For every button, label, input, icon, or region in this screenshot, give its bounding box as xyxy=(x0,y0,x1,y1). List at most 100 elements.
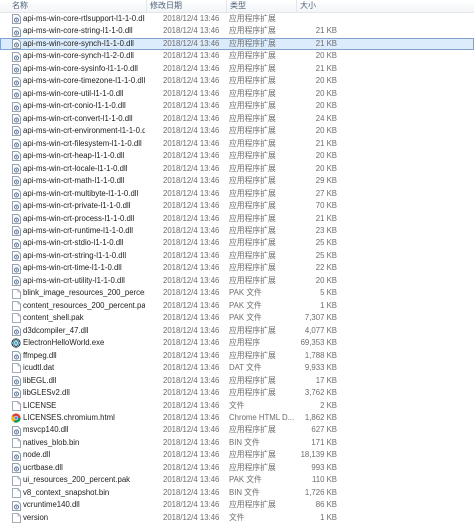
file-date: 2018/12/4 13:46 xyxy=(163,363,220,373)
file-date: 2018/12/4 13:46 xyxy=(163,325,220,335)
file-row[interactable]: blink_image_resources_200_percent.pak 201… xyxy=(0,287,474,299)
file-list: api-ms-win-core-rtlsupport-l1-1-0.dll 201… xyxy=(0,13,474,524)
file-type: 应用程序扩展 xyxy=(229,88,276,98)
file-type: PAK 文件 xyxy=(229,313,262,323)
file-row[interactable]: version 2018/12/4 13:46 文件 1 KB xyxy=(0,512,474,524)
file-row[interactable]: api-ms-win-crt-stdio-l1-1-0.dll 2018/12/4… xyxy=(0,237,474,249)
file-row[interactable]: api-ms-win-crt-convert-l1-1-0.dll 2018/12… xyxy=(0,113,474,125)
file-row[interactable]: ucrtbase.dll 2018/12/4 13:46 应用程序扩展 993 KB xyxy=(0,462,474,474)
file-type: 应用程序扩展 xyxy=(229,76,276,86)
file-row[interactable]: LICENSE 2018/12/4 13:46 文件 2 KB xyxy=(0,400,474,412)
file-icon xyxy=(11,400,21,412)
file-size: 29 KB xyxy=(315,176,337,186)
file-date: 2018/12/4 13:46 xyxy=(163,462,220,472)
file-row[interactable]: content_shell.pak 2018/12/4 13:46 PAK 文件 7,… xyxy=(0,312,474,324)
file-row[interactable]: libGLESv2.dll 2018/12/4 13:46 应用程序扩展 3,762 … xyxy=(0,387,474,399)
file-type: BIN 文件 xyxy=(229,487,260,497)
dll-file-icon xyxy=(11,424,21,436)
file-name: api-ms-win-crt-locale-l1-1-0.dll xyxy=(23,163,128,173)
dll-file-icon xyxy=(11,175,21,187)
file-name: api-ms-win-crt-utility-l1-1-0.dll xyxy=(23,275,125,285)
file-row[interactable]: api-ms-win-crt-math-l1-1-0.dll 2018/12/4 … xyxy=(0,175,474,187)
file-row[interactable]: api-ms-win-core-util-l1-1-0.dll 2018/12/4… xyxy=(0,88,474,100)
file-row[interactable]: api-ms-win-crt-environment-l1-1-0.dll 201… xyxy=(0,125,474,137)
file-icon xyxy=(11,300,21,312)
file-row[interactable]: libEGL.dll 2018/12/4 13:46 应用程序扩展 17 KB xyxy=(0,375,474,387)
file-row[interactable]: api-ms-win-crt-runtime-l1-1-0.dll 2018/12… xyxy=(0,225,474,237)
file-row[interactable]: api-ms-win-crt-string-l1-1-0.dll 2018/12/… xyxy=(0,250,474,262)
file-name: blink_image_resources_200_percent.pak xyxy=(23,288,145,298)
column-header-size[interactable]: 大小 xyxy=(296,0,338,12)
electron-app-icon xyxy=(11,337,21,349)
file-row[interactable]: api-ms-win-core-synch-l1-1-0.dll 2018/12/… xyxy=(0,37,474,51)
file-row[interactable]: v8_context_snapshot.bin 2018/12/4 13:46 BI… xyxy=(0,487,474,499)
file-size: 27 KB xyxy=(315,188,337,198)
file-date: 2018/12/4 13:46 xyxy=(163,275,220,285)
file-row[interactable]: api-ms-win-core-timezone-l1-1-0.dll 2018/… xyxy=(0,75,474,87)
file-row[interactable]: api-ms-win-crt-time-l1-1-0.dll 2018/12/4 … xyxy=(0,262,474,274)
file-row[interactable]: vcruntime140.dll 2018/12/4 13:46 应用程序扩展 86 … xyxy=(0,499,474,511)
dll-file-icon xyxy=(11,250,21,262)
file-size: 70 KB xyxy=(315,201,337,211)
file-name: api-ms-win-crt-stdio-l1-1-0.dll xyxy=(23,238,124,248)
file-row[interactable]: api-ms-win-crt-filesystem-l1-1-0.dll 2018… xyxy=(0,138,474,150)
dll-file-icon xyxy=(11,237,21,249)
file-date: 2018/12/4 13:46 xyxy=(163,300,220,310)
file-type: 应用程序扩展 xyxy=(229,126,276,136)
column-header-bar: 名称 修改日期 类型 大小 xyxy=(0,0,474,13)
file-date: 2018/12/4 13:46 xyxy=(163,225,220,235)
file-row[interactable]: api-ms-win-crt-private-l1-1-0.dll 2018/12… xyxy=(0,200,474,212)
dll-file-icon xyxy=(11,38,21,50)
file-row[interactable]: ffmpeg.dll 2018/12/4 13:46 应用程序扩展 1,788 KB xyxy=(0,350,474,362)
file-row[interactable]: api-ms-win-core-rtlsupport-l1-1-0.dll 201… xyxy=(0,13,474,25)
file-row[interactable]: msvcp140.dll 2018/12/4 13:46 应用程序扩展 627 KB xyxy=(0,424,474,436)
file-row[interactable]: d3dcompiler_47.dll 2018/12/4 13:46 应用程序扩展 4… xyxy=(0,325,474,337)
file-date: 2018/12/4 13:46 xyxy=(163,487,220,497)
file-name: api-ms-win-core-sysinfo-l1-1-0.dll xyxy=(23,63,138,73)
file-name: api-ms-win-core-timezone-l1-1-0.dll xyxy=(23,76,145,86)
file-row[interactable]: api-ms-win-crt-conio-l1-1-0.dll 2018/12/4… xyxy=(0,100,474,112)
file-row[interactable]: icudtl.dat 2018/12/4 13:46 DAT 文件 9,933 KB xyxy=(0,362,474,374)
file-name: vcruntime140.dll xyxy=(23,500,80,510)
dll-file-icon xyxy=(11,350,21,362)
file-type: 应用程序扩展 xyxy=(229,425,276,435)
dll-file-icon xyxy=(11,113,21,125)
dll-file-icon xyxy=(11,449,21,461)
file-date: 2018/12/4 13:46 xyxy=(163,51,220,61)
file-row[interactable]: api-ms-win-core-string-l1-1-0.dll 2018/12… xyxy=(0,25,474,37)
column-header-type[interactable]: 类型 xyxy=(226,0,296,12)
file-icon xyxy=(11,474,21,486)
file-row[interactable]: api-ms-win-core-sysinfo-l1-1-0.dll 2018/1… xyxy=(0,63,474,75)
file-size: 21 KB xyxy=(315,38,337,48)
file-date: 2018/12/4 13:46 xyxy=(163,437,220,447)
column-header-date[interactable]: 修改日期 xyxy=(146,0,226,12)
file-row[interactable]: ElectronHelloWorld.exe 2018/12/4 13:46 应用程… xyxy=(0,337,474,349)
file-date: 2018/12/4 13:46 xyxy=(163,450,220,460)
file-date: 2018/12/4 13:46 xyxy=(163,500,220,510)
file-name: version xyxy=(23,512,49,522)
file-row[interactable]: ui_resources_200_percent.pak 2018/12/4 13… xyxy=(0,474,474,486)
file-date: 2018/12/4 13:46 xyxy=(163,163,220,173)
file-size: 21 KB xyxy=(315,26,337,36)
file-row[interactable]: api-ms-win-crt-multibyte-l1-1-0.dll 2018/… xyxy=(0,188,474,200)
file-type: 应用程序扩展 xyxy=(229,14,276,23)
dll-file-icon xyxy=(11,262,21,274)
file-row[interactable]: api-ms-win-crt-utility-l1-1-0.dll 2018/12… xyxy=(0,275,474,287)
file-row[interactable]: api-ms-win-crt-process-l1-1-0.dll 2018/12… xyxy=(0,213,474,225)
file-size: 20 KB xyxy=(315,151,337,161)
file-row[interactable]: node.dll 2018/12/4 13:46 应用程序扩展 18,139 KB xyxy=(0,449,474,461)
file-row[interactable]: api-ms-win-crt-locale-l1-1-0.dll 2018/12/… xyxy=(0,163,474,175)
file-size: 1,862 KB xyxy=(304,413,337,422)
file-row[interactable]: natives_blob.bin 2018/12/4 13:46 BIN 文件 171… xyxy=(0,437,474,449)
file-type: 应用程序扩展 xyxy=(229,163,276,173)
file-type: 应用程序扩展 xyxy=(229,213,276,223)
file-type: 应用程序扩展 xyxy=(229,63,276,73)
file-name: api-ms-win-crt-time-l1-1-0.dll xyxy=(23,263,122,273)
file-row[interactable]: api-ms-win-core-synch-l1-2-0.dll 2018/12/… xyxy=(0,50,474,62)
file-type: 应用程序扩展 xyxy=(229,250,276,260)
file-date: 2018/12/4 13:46 xyxy=(163,126,220,136)
file-row[interactable]: api-ms-win-crt-heap-l1-1-0.dll 2018/12/4 … xyxy=(0,150,474,162)
column-header-name[interactable]: 名称 xyxy=(9,0,146,12)
file-row[interactable]: content_resources_200_percent.pak 2018/12… xyxy=(0,300,474,312)
file-row[interactable]: LICENSES.chromium.html 2018/12/4 13:46 Chr… xyxy=(0,412,474,424)
